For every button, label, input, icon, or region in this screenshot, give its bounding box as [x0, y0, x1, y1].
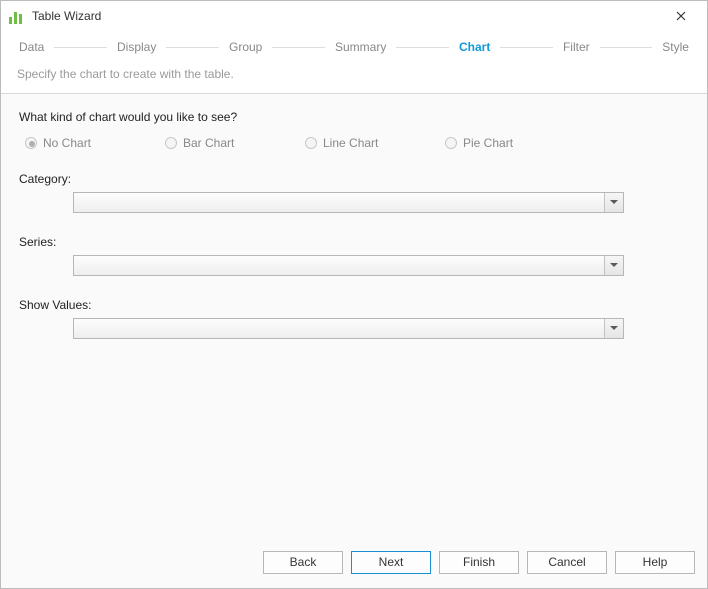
chevron-down-icon [610, 326, 618, 331]
finish-button[interactable]: Finish [439, 551, 519, 574]
step-subtitle: Specify the chart to create with the tab… [1, 63, 707, 94]
step-data[interactable]: Data [17, 40, 46, 54]
next-button[interactable]: Next [351, 551, 431, 574]
radio-line-chart[interactable]: Line Chart [305, 136, 445, 150]
category-dropdown-button[interactable] [604, 193, 623, 212]
radio-pie-chart[interactable]: Pie Chart [445, 136, 585, 150]
wizard-body: What kind of chart would you like to see… [1, 94, 707, 544]
showvalues-combobox[interactable] [73, 318, 624, 339]
showvalues-field-group: Show Values: [19, 298, 689, 339]
step-summary[interactable]: Summary [333, 40, 388, 54]
series-value [74, 256, 604, 275]
radio-label: Bar Chart [183, 136, 234, 150]
radio-bar-chart[interactable]: Bar Chart [165, 136, 305, 150]
category-field-group: Category: [19, 172, 689, 213]
radio-icon [25, 137, 37, 149]
step-style[interactable]: Style [660, 40, 691, 54]
step-chart[interactable]: Chart [457, 40, 492, 54]
close-button[interactable] [661, 2, 701, 30]
wizard-steps: Data Display Group Summary Chart Filter … [1, 31, 707, 63]
series-field-group: Series: [19, 235, 689, 276]
showvalues-value [74, 319, 604, 338]
radio-icon [445, 137, 457, 149]
help-button[interactable]: Help [615, 551, 695, 574]
wizard-window: Table Wizard Data Display Group Summary … [0, 0, 708, 589]
close-icon [676, 11, 686, 21]
titlebar: Table Wizard [1, 1, 707, 31]
category-combobox[interactable] [73, 192, 624, 213]
chevron-down-icon [610, 200, 618, 205]
app-icon [9, 8, 25, 24]
back-button[interactable]: Back [263, 551, 343, 574]
radio-icon [165, 137, 177, 149]
wizard-footer: Back Next Finish Cancel Help [1, 544, 707, 588]
step-filter[interactable]: Filter [561, 40, 592, 54]
showvalues-dropdown-button[interactable] [604, 319, 623, 338]
radio-icon [305, 137, 317, 149]
category-value [74, 193, 604, 212]
series-dropdown-button[interactable] [604, 256, 623, 275]
window-title: Table Wizard [32, 9, 101, 23]
series-label: Series: [19, 235, 689, 249]
chart-type-radios: No Chart Bar Chart Line Chart Pie Chart [25, 136, 689, 150]
category-label: Category: [19, 172, 689, 186]
step-display[interactable]: Display [115, 40, 158, 54]
radio-label: Pie Chart [463, 136, 513, 150]
cancel-button[interactable]: Cancel [527, 551, 607, 574]
radio-label: No Chart [43, 136, 91, 150]
chevron-down-icon [610, 263, 618, 268]
radio-label: Line Chart [323, 136, 378, 150]
radio-no-chart[interactable]: No Chart [25, 136, 165, 150]
series-combobox[interactable] [73, 255, 624, 276]
showvalues-label: Show Values: [19, 298, 689, 312]
step-group[interactable]: Group [227, 40, 264, 54]
chart-type-question: What kind of chart would you like to see… [19, 110, 689, 124]
